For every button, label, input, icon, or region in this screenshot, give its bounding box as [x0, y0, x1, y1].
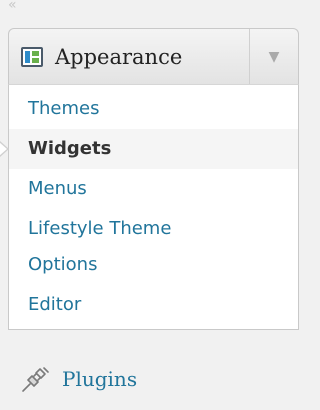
submenu-toggle-icon[interactable]: ▼: [249, 29, 298, 84]
submenu-item-label: Widgets: [28, 138, 112, 159]
appearance-icon: [21, 46, 43, 67]
plugins-menu-label: Plugins: [62, 367, 138, 391]
submenu-item-themes[interactable]: Themes: [9, 89, 298, 129]
current-item-pointer: [0, 141, 9, 157]
plugins-menu-item[interactable]: Plugins: [8, 351, 299, 407]
submenu-item-menus[interactable]: Menus: [9, 169, 298, 209]
appearance-submenu: Themes Widgets Menus Lifestyle Theme Opt…: [0, 84, 299, 330]
plug-icon: [22, 367, 49, 392]
appearance-menu-title: Appearance: [55, 44, 183, 69]
collapse-menu-icon[interactable]: «: [8, 0, 17, 12]
appearance-menu-header[interactable]: Appearance ▼: [8, 28, 299, 84]
submenu-item-lifestyle-theme-options[interactable]: Lifestyle Theme Options: [9, 209, 218, 285]
submenu-item-widgets[interactable]: Widgets: [0, 129, 298, 169]
appearance-menu: Appearance ▼ Themes Widgets Menus Lifest…: [0, 28, 299, 330]
submenu-item-editor[interactable]: Editor: [9, 285, 298, 325]
